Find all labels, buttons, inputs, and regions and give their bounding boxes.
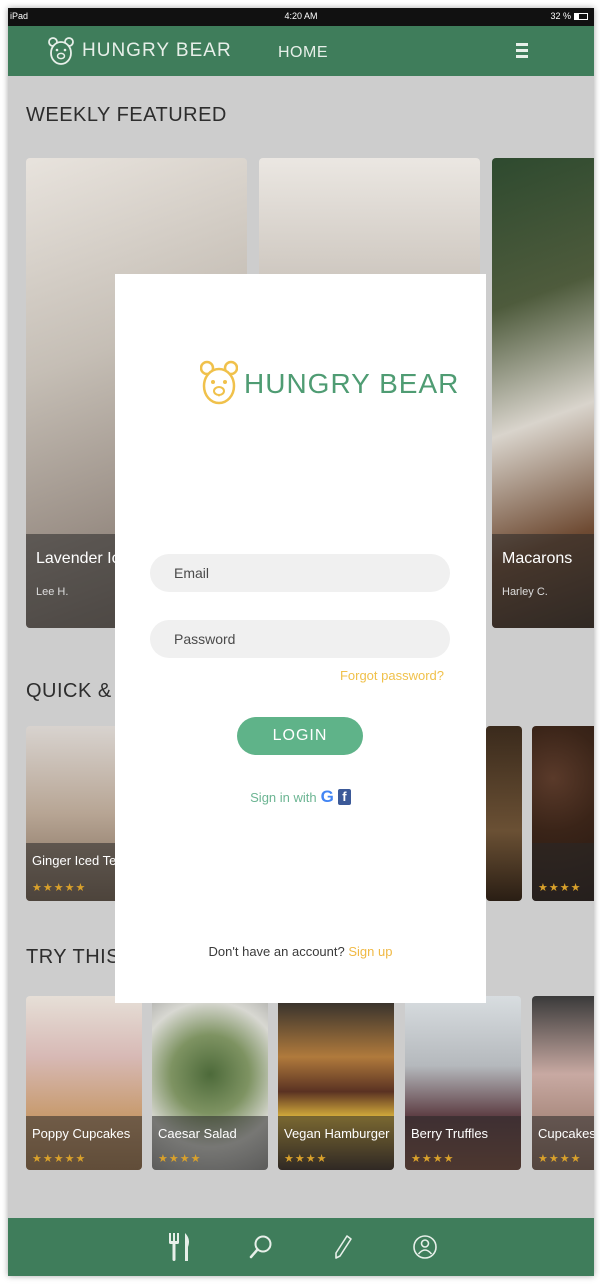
- card-caption: Macarons Harley C.: [492, 534, 594, 628]
- card-title: Poppy Cupcakes: [32, 1126, 131, 1141]
- top-nav-bar: HUNGRY BEAR HOME: [8, 26, 594, 76]
- rating-stars: ★★★★★: [32, 882, 87, 894]
- recipe-card[interactable]: Poppy Cupcakes ★★★★★: [26, 996, 142, 1170]
- sign-up-link[interactable]: Sign up: [348, 944, 392, 959]
- facebook-icon[interactable]: f: [337, 789, 351, 805]
- recipe-card[interactable]: Berry Truffles ★★★★: [405, 996, 521, 1170]
- rating-stars: ★★★★★: [32, 1153, 87, 1165]
- recipe-card[interactable]: Caesar Salad ★★★★: [152, 996, 268, 1170]
- ipad-screen: iPad 4:20 AM 32 % HUNGRY BEAR HOME WEEKL…: [8, 8, 594, 1276]
- card-title: Cupcakes: [538, 1126, 594, 1141]
- status-bar: iPad 4:20 AM 32 %: [8, 8, 594, 26]
- forgot-password-link[interactable]: Forgot password?: [340, 668, 444, 683]
- login-modal: HUNGRY BEAR Forgot password? LOGIN Sign …: [115, 274, 486, 1003]
- nav-home-link[interactable]: HOME: [278, 44, 328, 62]
- card-title: Macarons: [502, 550, 573, 567]
- featured-card[interactable]: Macarons Harley C.: [492, 158, 594, 628]
- card-title: Berry Truffles: [411, 1126, 489, 1141]
- quick-card[interactable]: [486, 726, 522, 901]
- card-caption: Berry Truffles ★★★★: [405, 1116, 521, 1170]
- utensils-icon[interactable]: [162, 1230, 196, 1264]
- search-icon[interactable]: [244, 1230, 278, 1264]
- card-title: Vegan Hamburger: [284, 1126, 390, 1141]
- card-caption: ★★★★: [532, 843, 594, 901]
- battery-icon: [574, 12, 588, 20]
- rating-stars: ★★★★: [284, 1153, 328, 1165]
- card-title: Ginger Iced Tea: [32, 853, 124, 868]
- card-title: Caesar Salad: [158, 1126, 237, 1141]
- bottom-tab-bar: [8, 1218, 594, 1276]
- modal-brand-logo: HUNGRY BEAR: [200, 359, 459, 409]
- card-caption: Poppy Cupcakes ★★★★★: [26, 1116, 142, 1170]
- login-button[interactable]: LOGIN: [237, 717, 363, 755]
- quick-card[interactable]: ★★★★: [532, 726, 594, 901]
- clock: 4:20 AM: [284, 11, 318, 21]
- bear-logo-icon: [200, 360, 238, 405]
- rating-stars: ★★★★: [158, 1153, 202, 1165]
- social-sign-in: Sign in with G f: [115, 787, 486, 807]
- rating-stars: ★★★★: [538, 882, 582, 894]
- weekly-featured-heading: WEEKLY FEATURED: [26, 104, 227, 126]
- card-author: Lee H.: [36, 586, 69, 598]
- password-field[interactable]: [150, 620, 450, 658]
- profile-icon[interactable]: [408, 1230, 442, 1264]
- signup-prompt: Don't have an account? Sign up: [115, 944, 486, 959]
- no-account-label: Don't have an account?: [208, 944, 345, 959]
- modal-brand-name: HUNGRY BEAR: [244, 368, 460, 399]
- bear-logo-icon: [48, 37, 74, 65]
- email-field[interactable]: [150, 554, 450, 592]
- recipe-card[interactable]: Vegan Hamburger ★★★★: [278, 996, 394, 1170]
- card-caption: Vegan Hamburger ★★★★: [278, 1116, 394, 1170]
- card-caption: Cupcakes ★★★★: [532, 1116, 594, 1170]
- card-caption: Caesar Salad ★★★★: [152, 1116, 268, 1170]
- google-icon[interactable]: G: [321, 787, 334, 807]
- rating-stars: ★★★★: [538, 1153, 582, 1165]
- card-author: Harley C.: [502, 586, 548, 598]
- battery-status: 32 %: [550, 11, 588, 21]
- brand-name: HUNGRY BEAR: [82, 40, 232, 61]
- rating-stars: ★★★★: [411, 1153, 455, 1165]
- sign-in-with-label: Sign in with: [250, 789, 317, 805]
- recipe-card[interactable]: Cupcakes ★★★★: [532, 996, 594, 1170]
- menu-icon[interactable]: [516, 43, 528, 58]
- pencil-icon[interactable]: [326, 1230, 360, 1264]
- battery-percent: 32 %: [550, 11, 571, 21]
- brand-logo[interactable]: HUNGRY BEAR: [48, 36, 232, 66]
